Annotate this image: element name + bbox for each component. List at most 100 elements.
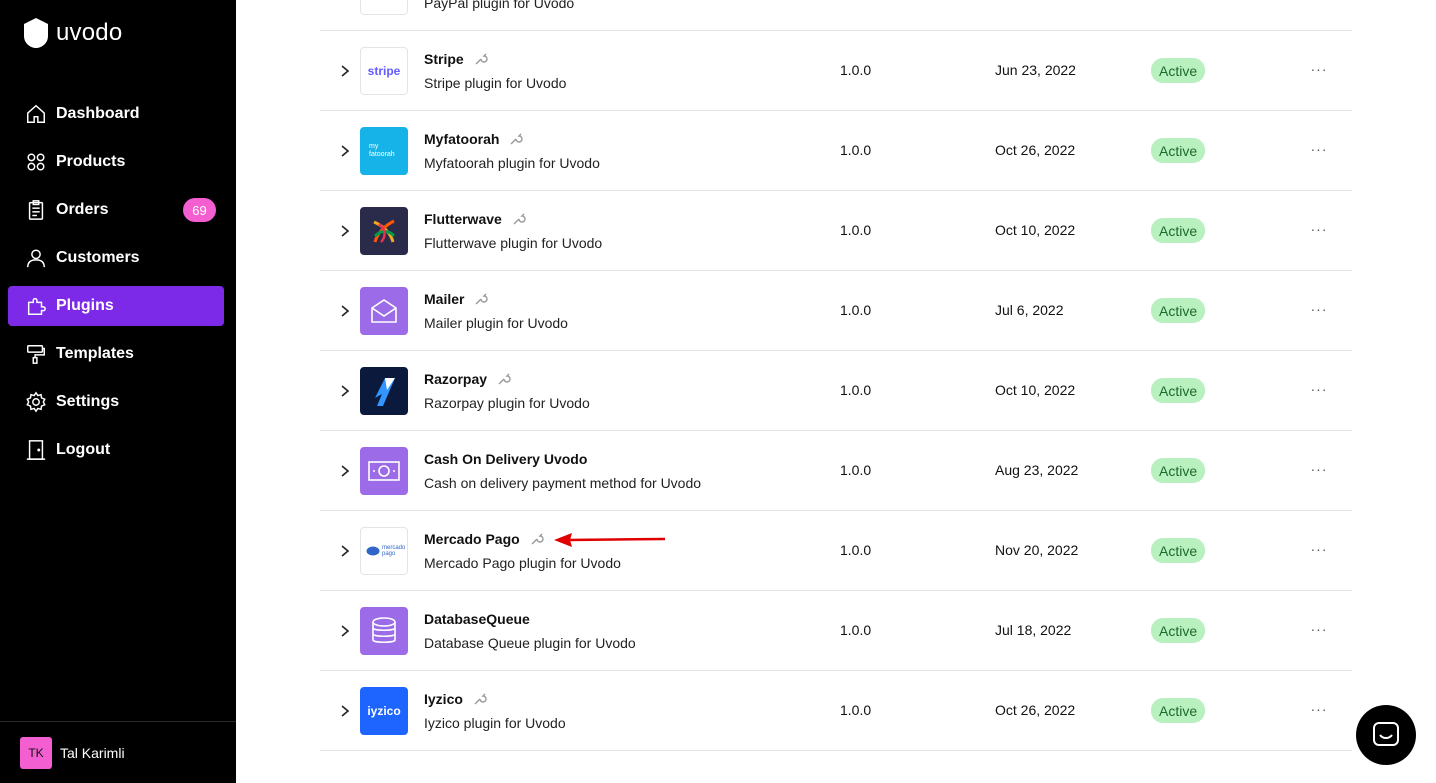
sidebar-item-settings[interactable]: Settings [8, 382, 224, 422]
flutterwave-icon [373, 219, 396, 243]
status-badge: Active [1151, 218, 1206, 243]
sidebar-item-dashboard[interactable]: Dashboard [8, 94, 224, 134]
more-options-icon[interactable]: ··· [1310, 299, 1328, 319]
table-row[interactable]: stripe Stripe Stripe plugin for Uvodo 1.… [320, 31, 1352, 111]
table-row[interactable]: Razorpay Razorpay plugin for Uvodo 1.0.0… [320, 351, 1352, 431]
chevron-right-icon[interactable] [338, 464, 352, 478]
annotation-arrow-icon [554, 533, 666, 547]
plugin-description: Myfatoorah plugin for Uvodo [424, 155, 600, 171]
plugin-version: 1.0.0 [840, 222, 872, 238]
plugin-date: Oct 26, 2022 [995, 142, 1076, 158]
table-row[interactable]: iyzico Iyzico Iyzico plugin for Uvodo 1.… [320, 671, 1352, 751]
plugin-date: Aug 23, 2022 [995, 462, 1079, 478]
table-row[interactable]: my fatoorah Myfatoorah Myfatoorah plugin… [320, 111, 1352, 191]
more-options-icon[interactable]: ··· [1310, 699, 1328, 719]
table-row[interactable]: DatabaseQueue Database Queue plugin for … [320, 591, 1352, 671]
status-badge: Active [1151, 698, 1206, 723]
table-row[interactable]: Flutterwave Flutterwave plugin for Uvodo… [320, 191, 1352, 271]
plugin-version: 1.0.0 [840, 302, 872, 318]
plugin-version: 1.0.0 [840, 702, 872, 718]
gear-icon [24, 390, 48, 414]
brand-logo[interactable]: uvodo [24, 18, 122, 48]
grid-icon [24, 150, 48, 174]
table-row[interactable]: mercado pago Mercado Pago Mercado Pago p… [320, 511, 1352, 591]
cash-icon [368, 461, 400, 481]
plugin-date: Jun 23, 2022 [995, 62, 1076, 78]
razorpay-icon [375, 378, 395, 406]
sidebar-item-label: Logout [56, 441, 111, 458]
plugin-name: Mercado Pago [424, 531, 520, 547]
clipboard-icon [24, 198, 48, 222]
mailer-logo [360, 287, 408, 335]
more-options-icon[interactable]: ··· [1310, 379, 1328, 399]
user-icon [24, 246, 48, 270]
chevron-right-icon[interactable] [338, 224, 352, 238]
envelope-icon [371, 299, 397, 323]
more-options-icon[interactable]: ··· [1310, 219, 1328, 239]
puzzle-icon [24, 294, 48, 318]
sidebar-item-orders[interactable]: Orders 69 [8, 190, 224, 230]
plugin-name: Flutterwave [424, 211, 502, 227]
plugin-name: Iyzico [424, 691, 463, 707]
plugin-version: 1.0.0 [840, 382, 872, 398]
user-profile[interactable]: TK Tal Karimli [0, 721, 236, 783]
myfatoorah-logo: my fatoorah [360, 127, 408, 175]
paypal-logo [360, 0, 408, 15]
wrench-icon[interactable] [473, 692, 487, 706]
table-row[interactable]: Cash On Delivery Uvodo Cash on delivery … [320, 431, 1352, 511]
plugin-date: Oct 10, 2022 [995, 222, 1076, 238]
table-row[interactable]: Mailer Mailer plugin for Uvodo 1.0.0 Jul… [320, 271, 1352, 351]
mercado-pago-handshake-icon [366, 546, 380, 556]
chevron-right-icon[interactable] [338, 64, 352, 78]
more-options-icon[interactable]: ··· [1310, 59, 1328, 79]
plugin-description: Razorpay plugin for Uvodo [424, 395, 590, 411]
plugin-description: PayPal plugin for Uvodo [424, 0, 575, 11]
cash-on-delivery-logo [360, 447, 408, 495]
sidebar-item-templates[interactable]: Templates [8, 334, 224, 374]
wrench-icon[interactable] [474, 292, 489, 306]
plugin-date: Jul 6, 2022 [995, 302, 1064, 318]
chat-launcher-button[interactable] [1356, 705, 1416, 765]
plugin-name: DatabaseQueue [424, 611, 530, 627]
wrench-icon[interactable] [530, 532, 544, 546]
sidebar-item-products[interactable]: Products [8, 142, 224, 182]
more-options-icon[interactable]: ··· [1310, 139, 1328, 159]
plugin-version: 1.0.0 [840, 542, 872, 558]
more-options-icon[interactable]: ··· [1310, 619, 1328, 639]
sidebar-item-logout[interactable]: Logout [8, 430, 224, 470]
sidebar-item-label: Orders [56, 201, 109, 218]
plugin-date: Oct 26, 2022 [995, 702, 1076, 718]
more-options-icon[interactable]: ··· [1310, 539, 1328, 559]
database-queue-logo [360, 607, 408, 655]
chevron-right-icon[interactable] [338, 544, 352, 558]
wrench-icon[interactable] [509, 132, 524, 146]
home-icon [24, 102, 48, 126]
mercado-pago-logo: mercado pago [360, 527, 408, 575]
door-icon [24, 438, 48, 462]
wrench-icon[interactable] [512, 212, 526, 226]
status-badge: Active [1151, 298, 1206, 323]
table-row[interactable]: PayPal plugin for Uvodo [320, 0, 1352, 31]
plugin-version: 1.0.0 [840, 62, 872, 78]
wrench-icon[interactable] [474, 52, 488, 66]
wrench-icon[interactable] [497, 372, 511, 386]
sidebar-nav: Dashboard Products Orders 69 Customers P… [8, 94, 224, 478]
chevron-right-icon[interactable] [338, 304, 352, 318]
chevron-right-icon[interactable] [338, 384, 352, 398]
status-badge: Active [1151, 138, 1206, 163]
plugins-table: PayPal plugin for Uvodo stripe Stripe St… [320, 0, 1352, 751]
plugin-version: 1.0.0 [840, 142, 872, 158]
more-options-icon[interactable]: ··· [1310, 459, 1328, 479]
status-badge: Active [1151, 58, 1206, 83]
sidebar-item-plugins[interactable]: Plugins [8, 286, 224, 326]
sidebar-item-customers[interactable]: Customers [8, 238, 224, 278]
chevron-right-icon[interactable] [338, 704, 352, 718]
plugin-name: Stripe [424, 51, 464, 67]
chevron-right-icon[interactable] [338, 144, 352, 158]
plugin-description: Iyzico plugin for Uvodo [424, 715, 566, 731]
status-badge: Active [1151, 378, 1206, 403]
plugin-name: Mailer [424, 291, 465, 307]
chevron-right-icon[interactable] [338, 624, 352, 638]
paint-roller-icon [24, 342, 48, 366]
plugin-name: Myfatoorah [424, 131, 500, 147]
